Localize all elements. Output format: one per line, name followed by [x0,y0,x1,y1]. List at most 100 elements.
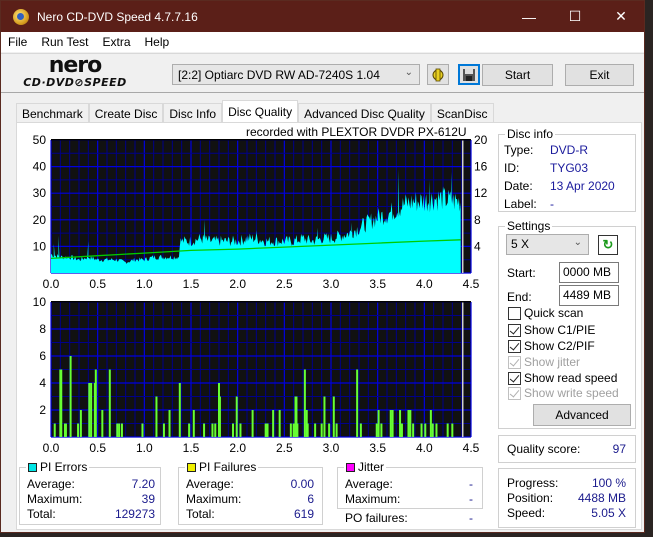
pi-failures-bar [314,423,317,437]
jitter-maximum-label: Maximum: [345,492,401,506]
progress-value: 100 % [591,476,626,490]
show-c1-pie-checkbox[interactable]: Show C1/PIE [508,323,595,337]
x-tick-label: 2.0 [229,441,246,455]
po-failures-value: - [469,511,473,525]
position-value: 4488 MB [577,491,626,505]
pi-failures-bar [120,423,123,437]
start-input[interactable]: 0000 MB [559,262,619,283]
x-tick-label: 4.0 [416,277,433,291]
show-read-speed-checkbox[interactable]: Show read speed [508,371,617,385]
pi-failures-bar [359,423,362,437]
pi-failures-maximum-value: 6 [307,492,314,506]
pi-failures-bar [409,410,412,437]
settings-title: Settings [505,219,553,233]
date-value: 13 Apr 2020 [550,179,615,193]
start-label: Start: [507,266,536,280]
pi-failures-bar [69,356,72,437]
pi-failures-bar [94,369,97,437]
refresh-button[interactable]: ↻ [598,235,618,255]
po-failures-label: PO failures: [345,511,408,525]
pi-failures-bar [412,423,415,437]
checkbox-box [508,355,521,369]
x-tick-label: 0.5 [89,441,106,455]
pi-failures-bar [203,423,206,437]
pi-failures-bar [399,410,402,437]
checkbox-label: Quick scan [524,306,584,320]
pi-failures-bar [306,423,309,437]
checkbox-label: Show C1/PIE [524,323,596,337]
pi-errors-total-label: Total: [27,507,56,521]
pi-errors-total-value: 129273 [114,507,155,521]
y-tick-label-left: 30 [33,186,47,200]
pi-failures-bar [424,423,427,437]
pi-failures-total-value: 619 [293,507,314,521]
x-tick-label: 3.0 [323,441,340,455]
pi-failures-bar [214,423,217,437]
x-tick-label: 0.0 [43,277,60,291]
x-tick-label: 1.5 [183,277,200,291]
checkbox-label: Show C2/PIF [524,339,595,353]
pi-failures-bar [407,410,410,437]
y-tick-label-left: 50 [33,133,47,147]
pi-failures-chart: 0.0 0.5 1.0 1.5 2.0 2.5 3.0 3.5 4.0 4.5 2 4 6 8 10 [33,295,480,455]
show-write-speed-checkbox[interactable]: Show write speed [508,386,619,400]
pi-failures-bar [118,423,121,437]
jitter-color-swatch [346,462,355,472]
show-c2-pif-checkbox[interactable]: Show C2/PIF [508,339,595,353]
pi-failures-bar [53,423,56,437]
pi-failures-bar [79,410,82,437]
plot-top-border [51,139,471,141]
checkbox-box [508,371,521,385]
checkbox-box [508,323,521,337]
speed-select[interactable]: 5 X ⌄ [506,234,589,255]
x-tick-label: 3.5 [369,277,386,291]
pi-failures-bar [389,410,392,437]
pi-failures-average-value: 0.00 [290,477,314,491]
x-tick-label: 3.0 [323,277,340,291]
y-tick-label: 4 [39,376,46,390]
progress-label: Progress: [507,476,559,490]
show-jitter-checkbox[interactable]: Show jitter [508,355,580,369]
app-window: Nero CD-DVD Speed 4.7.7.16 — ☐ ✕ File Ru… [0,0,645,533]
x-tick-label: 4.5 [463,441,480,455]
x-tick-label: 4.5 [463,277,480,291]
end-input[interactable]: 4489 MB [559,285,619,306]
pi-failures-bar [429,410,432,437]
x-tick-label: 4.0 [416,441,433,455]
pi-failures-bar [188,423,191,437]
speed-select-value: 5 X [511,237,530,251]
x-tick-label: 2.0 [229,277,246,291]
pi-failures-bar [431,423,434,437]
pi-failures-bar [320,423,323,437]
x-tick-label: 1.0 [136,277,153,291]
pi-failures-bar [232,423,234,437]
pi-failures-bar [323,396,326,437]
pi-failures-bar [380,423,383,437]
pi-failures-bar [239,423,242,437]
pi-failures-bar [192,410,195,437]
pi-failures-bar [435,423,438,437]
pi-errors-maximum-value: 39 [141,492,155,506]
pi-failures-bar [60,369,63,437]
plot-top-border [51,301,471,303]
advanced-button[interactable]: Advanced [533,404,631,426]
pi-failures-title-text: PI Failures [199,460,257,474]
x-tick-label: 2.5 [276,441,293,455]
y-tick-label-left: 20 [33,213,47,227]
pi-failures-bar [251,410,254,437]
pi-failures-bar [400,423,403,437]
quality-score-label: Quality score: [507,442,581,456]
pi-failures-bar [211,423,214,437]
checkbox-box [508,339,521,353]
label-value: - [550,197,554,211]
pi-errors-chart: 0.0 0.5 1.0 1.5 2.0 2.5 3.0 3.5 4.0 4.5 10 20 30 40 50… [33,133,488,291]
y-tick-label-right: 12 [474,186,488,200]
pi-failures-bar [88,383,91,437]
quick-scan-checkbox[interactable]: Quick scan [508,306,583,320]
pi-failures-bar [101,410,104,437]
pi-failures-bar [178,383,181,437]
y-tick-label-right: 20 [474,133,488,147]
checkbox-box [508,306,521,320]
date-label: Date: [504,179,533,193]
pi-failures-bar [141,423,144,437]
